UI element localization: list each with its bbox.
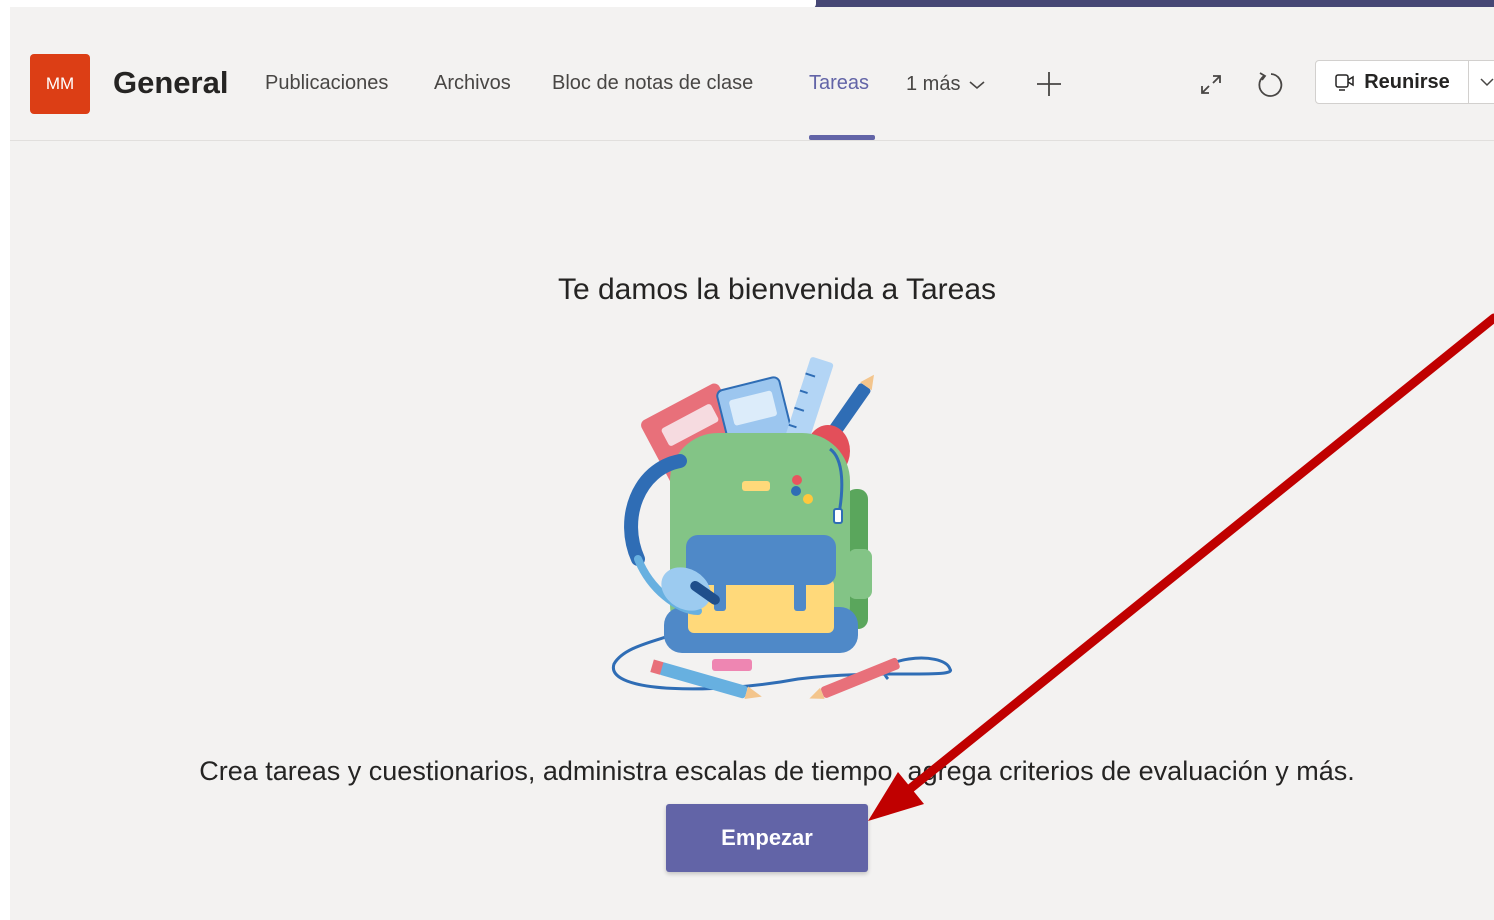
plus-icon[interactable] <box>1034 69 1064 99</box>
meet-options-chevron-icon[interactable] <box>1478 73 1494 91</box>
meet-divider <box>1468 61 1469 103</box>
welcome-title: Te damos la bienvenida a Tareas <box>557 273 997 306</box>
meet-button[interactable]: Reunirse <box>1316 61 1468 103</box>
backpack-illustration <box>612 357 952 699</box>
meet-label: Reunirse <box>1364 70 1450 93</box>
channel-title: General <box>113 65 229 100</box>
tab-bloc-de-notas[interactable]: Bloc de notas de clase <box>552 72 753 95</box>
expand-icon[interactable] <box>1196 69 1226 99</box>
window-edge <box>0 0 10 920</box>
start-button[interactable]: Empezar <box>666 804 868 872</box>
chevron-down-icon <box>969 80 985 89</box>
active-tab-indicator <box>809 135 875 140</box>
video-camera-icon <box>1335 74 1354 91</box>
description-text: Crea tareas y cuestionarios, administra … <box>199 756 1355 786</box>
tab-archivos[interactable]: Archivos <box>434 72 511 95</box>
teams-channel-view: MM General Publicaciones Archivos Bloc d… <box>10 7 1494 920</box>
more-tabs-label: 1 más <box>906 73 961 95</box>
team-avatar[interactable]: MM <box>30 54 90 114</box>
tab-tareas[interactable]: Tareas <box>809 72 869 95</box>
refresh-icon[interactable] <box>1254 69 1286 101</box>
meet-split-button: Reunirse <box>1315 60 1494 104</box>
channel-header: MM General Publicaciones Archivos Bloc d… <box>10 7 1494 141</box>
more-tabs-button[interactable]: 1 más <box>906 73 986 96</box>
tab-publicaciones[interactable]: Publicaciones <box>265 72 388 95</box>
